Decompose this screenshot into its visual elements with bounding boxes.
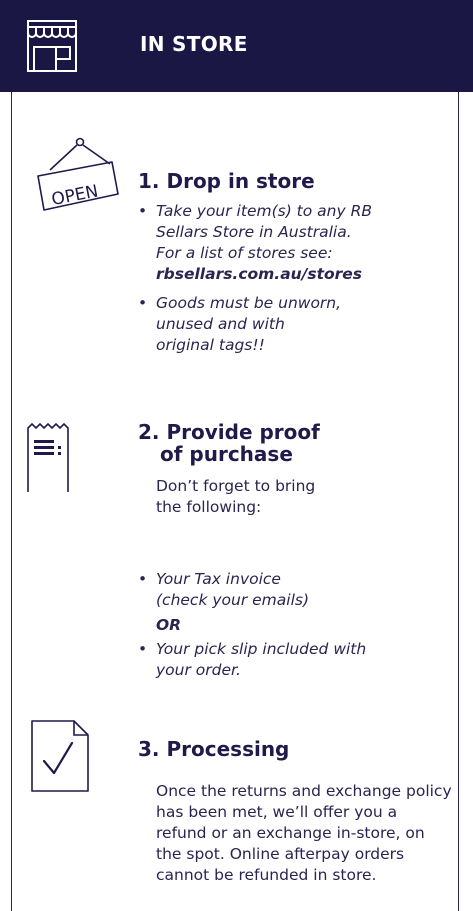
step1-title: 1. Drop in store [138,169,315,193]
step2-bullet-1: Your Tax invoice (check your emails) [138,569,336,611]
open-sign-icon: OPEN [37,137,119,211]
step3-title: 3. Processing [138,737,290,761]
frame-right-border [458,92,459,911]
stores-link[interactable]: rbsellars.com.au/stores [156,265,362,283]
step1-bullets: Take your item(s) to any RB Sellars Stor… [138,201,458,356]
page-title: IN STORE [140,32,248,56]
receipt-icon [27,422,69,492]
sign-text: OPEN [50,181,100,210]
step2-bullets-b: Your pick slip included with your order. [138,639,438,681]
step2-title-line2: of purchase [160,442,293,466]
step2-bullet-2: Your pick slip included with your order. [138,639,396,681]
storefront-icon [27,20,77,72]
step1-bullet-2: Goods must be unworn, unused and with or… [138,293,346,356]
step1-bullet-1-text: Take your item(s) to any RB Sellars Stor… [156,202,372,262]
or-separator: OR [156,616,182,634]
step1-bullet-1: Take your item(s) to any RB Sellars Stor… [138,201,376,285]
step2-title-line1: 2. Provide proof [138,420,320,444]
document-check-icon [31,720,89,792]
step2-title: 2. Provide proof of purchase [138,421,320,465]
step2-intro: Don’t forget to bring the following: [156,477,316,516]
frame-left-border [11,92,12,911]
step2-bullets-a: Your Tax invoice (check your emails) [138,569,398,611]
header-banner: IN STORE [0,0,473,92]
step3-text: Once the returns and exchange policy has… [156,782,452,884]
